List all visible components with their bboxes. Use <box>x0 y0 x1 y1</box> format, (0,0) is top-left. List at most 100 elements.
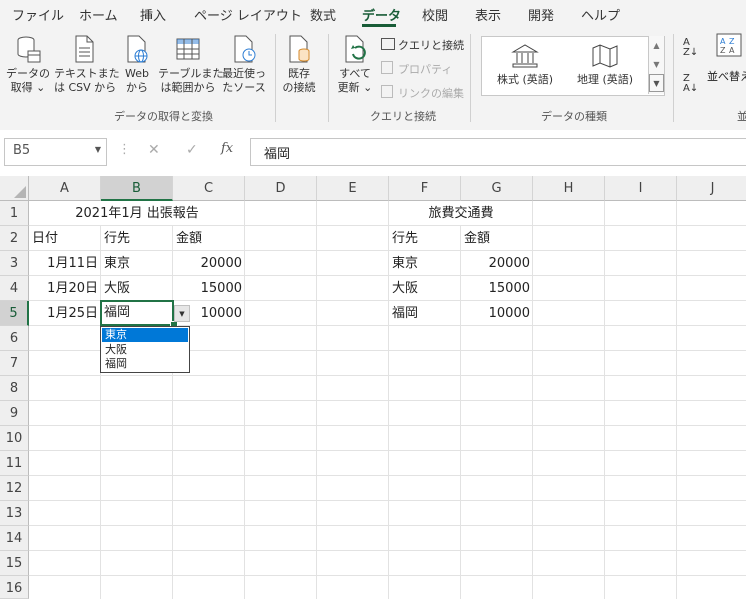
cell-f4[interactable]: 大阪 <box>389 276 461 301</box>
cell-travel-title[interactable]: 旅費交通費 <box>389 201 533 226</box>
bank-icon <box>511 44 539 68</box>
active-cell-b5[interactable]: 福岡 <box>100 300 174 326</box>
validation-dropdown-button[interactable]: ▼ <box>174 305 190 322</box>
sort-az-icon[interactable]: A Z↓ <box>683 38 698 58</box>
row-header-5[interactable]: 5 <box>0 301 29 326</box>
row-header-2[interactable]: 2 <box>0 226 29 251</box>
tab-page-layout[interactable]: ページ レイアウト <box>194 5 302 24</box>
column-header-e[interactable]: E <box>317 176 389 201</box>
edit-links-button[interactable]: リンクの編集 <box>381 85 464 101</box>
get-data-button[interactable]: データの 取得 ⌄ <box>6 34 50 95</box>
insert-function-icon[interactable]: fx <box>221 141 233 156</box>
gridline <box>29 450 746 451</box>
from-text-csv-button[interactable]: テキストまた は CSV から <box>54 34 120 95</box>
cell-a5[interactable]: 1月25日 <box>29 301 101 326</box>
tab-view[interactable]: 表示 <box>475 5 501 24</box>
dropdown-option[interactable]: 大阪 <box>102 343 188 357</box>
cell-f2[interactable]: 行先 <box>389 226 461 251</box>
dropdown-arrow-icon: ▼ <box>179 310 185 318</box>
queries-connections-button[interactable]: クエリと接続 <box>381 37 464 53</box>
cell-g4[interactable]: 15000 <box>461 276 533 301</box>
tab-insert[interactable]: 挿入 <box>140 5 166 24</box>
select-all-icon <box>14 186 26 198</box>
row-header-15[interactable]: 15 <box>0 551 29 576</box>
from-table-range-button[interactable]: テーブルまた は範囲から <box>158 34 223 95</box>
tab-help[interactable]: ヘルプ <box>581 5 620 24</box>
cell-g3[interactable]: 20000 <box>461 251 533 276</box>
cell-a2[interactable]: 日付 <box>29 226 101 251</box>
column-header-d[interactable]: D <box>245 176 317 201</box>
column-header-c[interactable]: C <box>173 176 245 201</box>
sort-icon: A Z Z A <box>716 33 742 57</box>
cancel-icon[interactable]: ✕ <box>148 142 160 158</box>
stocks-label: 株式 (英語) <box>496 73 554 86</box>
column-header-a[interactable]: A <box>29 176 101 201</box>
cell-a3[interactable]: 1月11日 <box>29 251 101 276</box>
select-all-corner[interactable] <box>0 176 29 201</box>
get-data-label-2: 取得 ⌄ <box>10 81 46 94</box>
tab-formulas[interactable]: 数式 <box>310 5 336 24</box>
enter-icon[interactable]: ✓ <box>186 142 198 158</box>
stocks-data-type[interactable]: 株式 (英語) <box>490 39 560 87</box>
cell-c4[interactable]: 15000 <box>173 276 245 301</box>
tab-data[interactable]: データ <box>362 5 401 24</box>
data-types-scroll[interactable]: ▲ ▼ ▼ <box>648 36 664 94</box>
formula-input[interactable]: 福岡 <box>250 138 746 166</box>
column-header-b[interactable]: B <box>101 176 173 201</box>
tab-review[interactable]: 校閲 <box>422 5 448 24</box>
properties-button[interactable]: プロパティ <box>381 61 452 77</box>
dropdown-option[interactable]: 東京 <box>102 328 188 342</box>
column-header-h[interactable]: H <box>533 176 605 201</box>
column-header-f[interactable]: F <box>389 176 461 201</box>
cell-b3[interactable]: 東京 <box>101 251 173 276</box>
tab-developer[interactable]: 開発 <box>528 5 554 24</box>
refresh-label-2: 更新 ⌄ <box>337 81 373 94</box>
sort-button[interactable]: A Z Z A 並べ替え <box>707 32 746 84</box>
row-header-10[interactable]: 10 <box>0 426 29 451</box>
scroll-down-icon[interactable]: ▼ <box>649 55 664 74</box>
recent-sources-button[interactable]: 最近使っ たソース <box>220 34 268 95</box>
dropdown-option[interactable]: 福岡 <box>102 357 188 371</box>
cell-c3[interactable]: 20000 <box>173 251 245 276</box>
cell-f5[interactable]: 福岡 <box>389 301 461 326</box>
row-header-9[interactable]: 9 <box>0 401 29 426</box>
row-header-8[interactable]: 8 <box>0 376 29 401</box>
row-header-6[interactable]: 6 <box>0 326 29 351</box>
tab-file[interactable]: ファイル <box>12 5 64 24</box>
column-header-g[interactable]: G <box>461 176 533 201</box>
existing-connections-icon <box>289 35 310 63</box>
row-header-13[interactable]: 13 <box>0 501 29 526</box>
from-web-button[interactable]: Web から <box>118 34 156 95</box>
cell-c2[interactable]: 金額 <box>173 226 245 251</box>
column-header-j[interactable]: J <box>677 176 746 201</box>
from-web-label-1: Web <box>125 67 149 80</box>
geography-data-type[interactable]: 地理 (英語) <box>570 39 640 87</box>
row-header-4[interactable]: 4 <box>0 276 29 301</box>
sort-za-icon[interactable]: Z A↓ <box>683 74 698 94</box>
gallery-more-icon[interactable]: ▼ <box>649 74 664 92</box>
cell-g5[interactable]: 10000 <box>461 301 533 326</box>
row-header-12[interactable]: 12 <box>0 476 29 501</box>
existing-connections-button[interactable]: 既存 の接続 <box>280 34 318 95</box>
web-icon <box>127 35 148 63</box>
cell-f3[interactable]: 東京 <box>389 251 461 276</box>
row-header-3[interactable]: 3 <box>0 251 29 276</box>
cell-g2[interactable]: 金額 <box>461 226 533 251</box>
refresh-all-button[interactable]: すべて 更新 ⌄ <box>334 34 376 95</box>
tab-home[interactable]: ホーム <box>79 5 118 24</box>
group-label-queries: クエリと接続 <box>370 110 436 123</box>
row-header-14[interactable]: 14 <box>0 526 29 551</box>
scroll-up-icon[interactable]: ▲ <box>649 36 664 55</box>
row-header-7[interactable]: 7 <box>0 351 29 376</box>
name-box-dropdown-icon[interactable]: ▼ <box>95 145 101 154</box>
cell-a4[interactable]: 1月20日 <box>29 276 101 301</box>
svg-text:Z: Z <box>720 46 726 55</box>
cell-report-title[interactable]: 2021年1月 出張報告 <box>29 201 245 226</box>
cell-b2[interactable]: 行先 <box>101 226 173 251</box>
row-header-16[interactable]: 16 <box>0 576 29 599</box>
name-box[interactable]: B5 ▼ <box>4 138 107 166</box>
column-header-i[interactable]: I <box>605 176 677 201</box>
row-header-11[interactable]: 11 <box>0 451 29 476</box>
cell-b4[interactable]: 大阪 <box>101 276 173 301</box>
row-header-1[interactable]: 1 <box>0 201 29 226</box>
